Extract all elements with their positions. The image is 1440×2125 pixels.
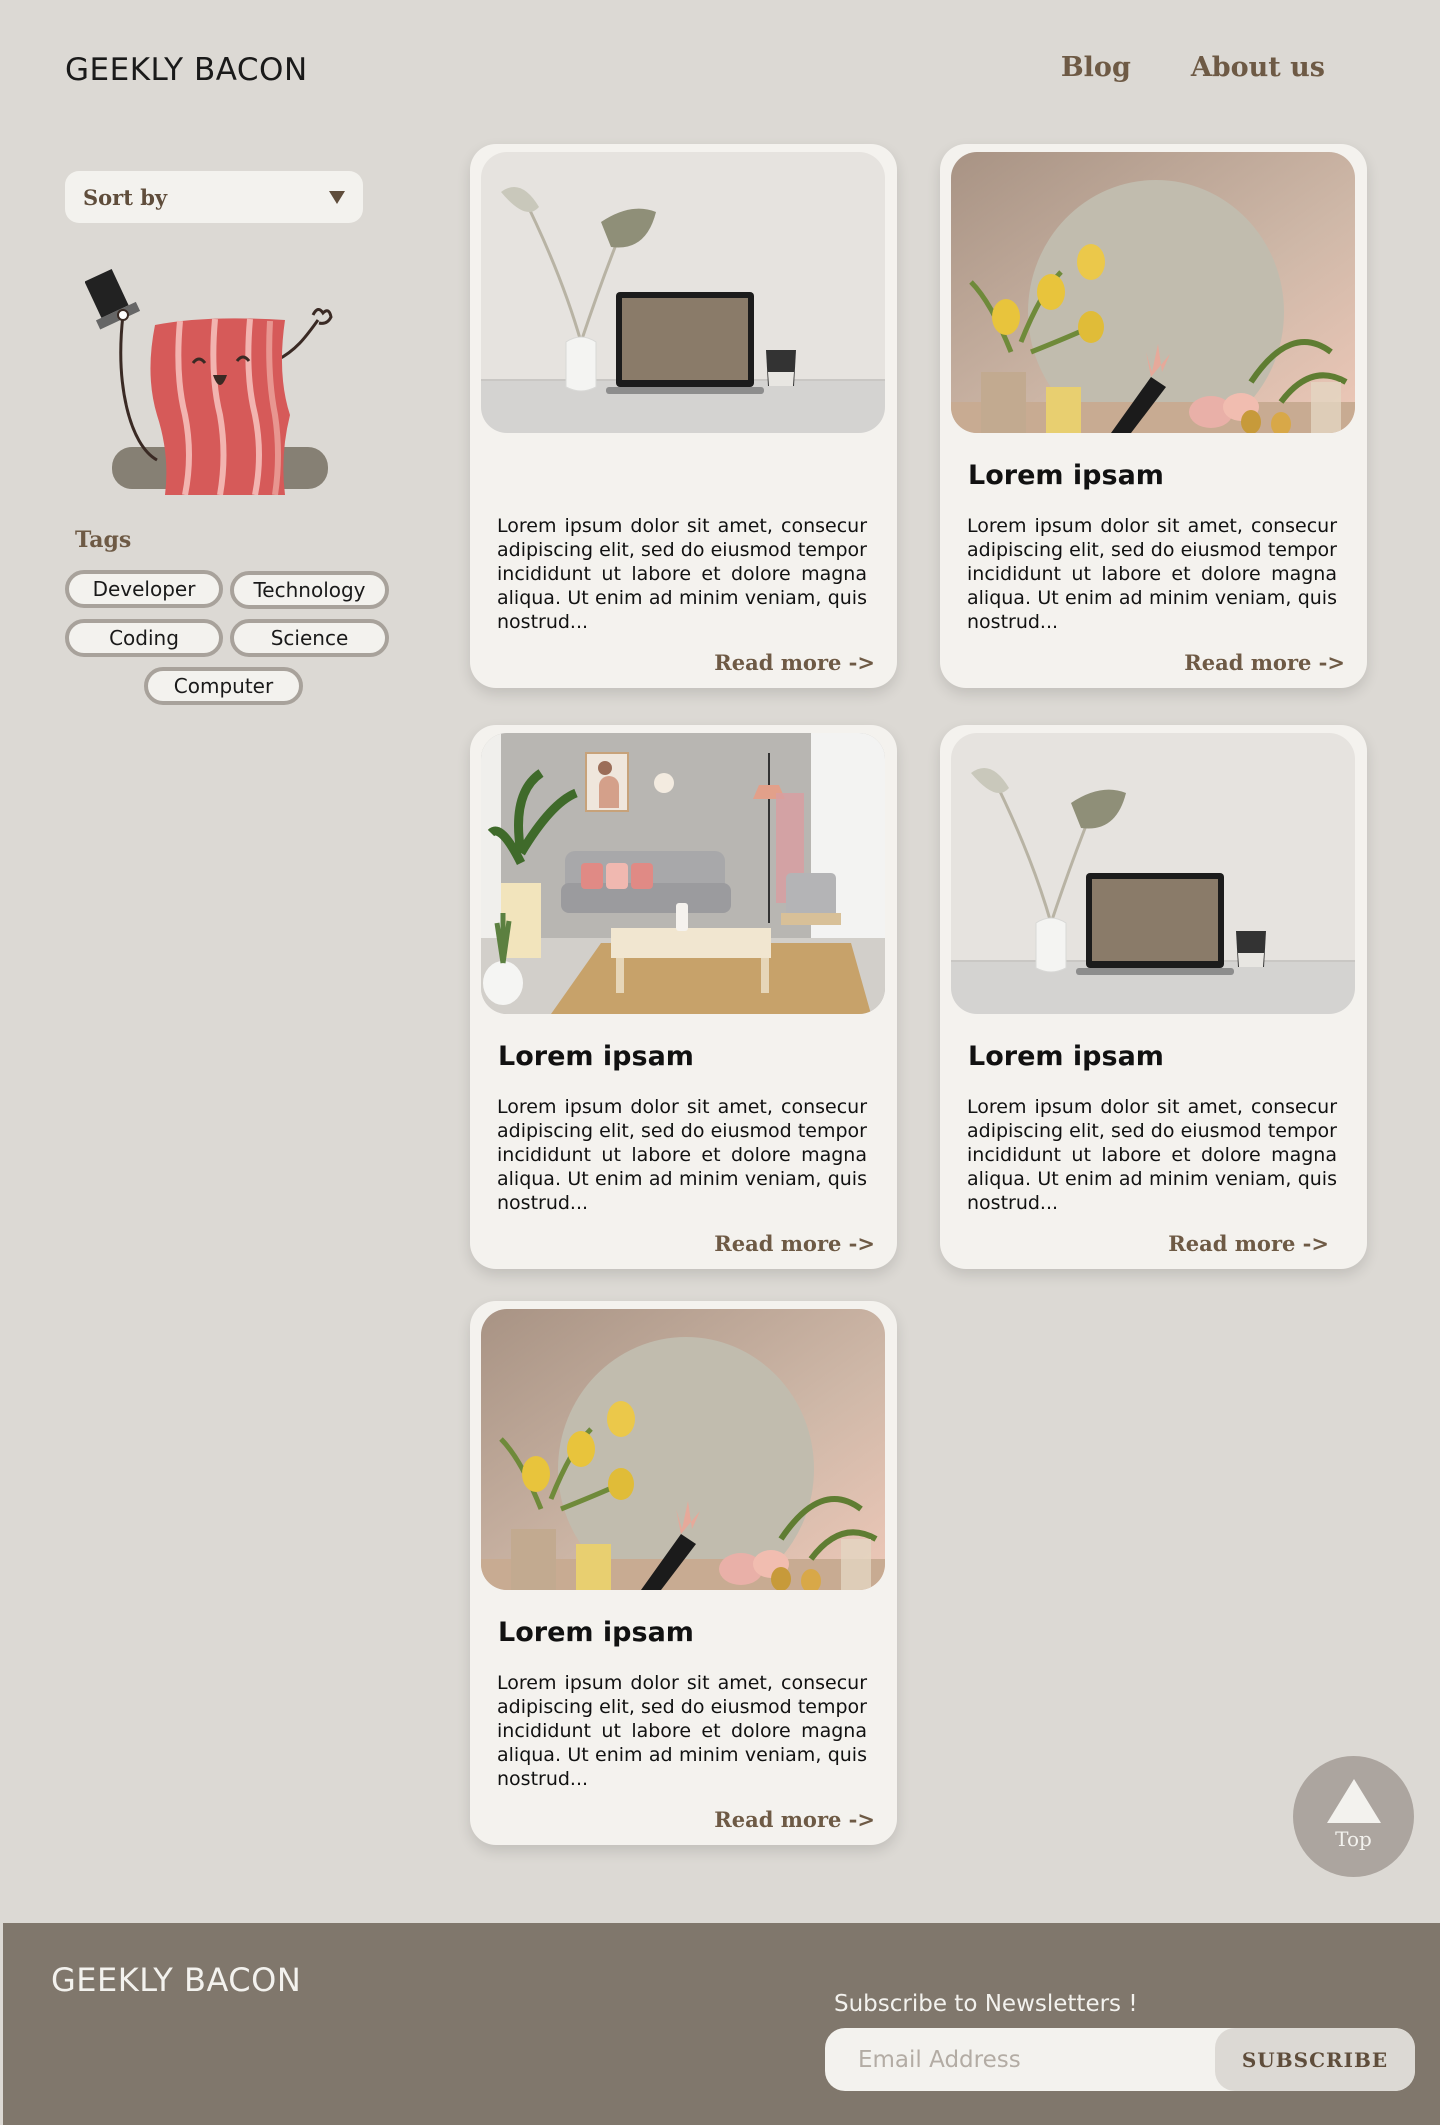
- tag-science[interactable]: Science: [230, 619, 389, 657]
- post-card[interactable]: Lorem ipsam Lorem ipsum dolor sit amet, …: [940, 725, 1367, 1269]
- caret-down-icon: [329, 190, 345, 204]
- tag-developer[interactable]: Developer: [65, 570, 223, 608]
- newsletter-form: SUBSCRIBE: [825, 2028, 1415, 2091]
- footer-logo[interactable]: GEEKLY BACON: [51, 1961, 301, 1999]
- post-title: Lorem ipsam: [498, 1041, 694, 1072]
- post-title: Lorem ipsam: [498, 1617, 694, 1648]
- post-card[interactable]: Lorem ipsam Lorem ipsum dolor sit amet, …: [940, 144, 1367, 688]
- main-nav: Blog About us: [1061, 52, 1325, 83]
- email-input[interactable]: [825, 2028, 1215, 2091]
- post-card[interactable]: Lorem ipsam Lorem ipsum dolor sit amet, …: [470, 725, 897, 1269]
- read-more-link[interactable]: Read more ->: [1184, 650, 1345, 675]
- post-excerpt: Lorem ipsum dolor sit amet, consecur adi…: [967, 1096, 1337, 1214]
- post-image[interactable]: [481, 733, 885, 1014]
- post-image[interactable]: [481, 152, 885, 433]
- post-image[interactable]: [951, 152, 1355, 433]
- post-excerpt: Lorem ipsum dolor sit amet, consecur adi…: [497, 515, 867, 633]
- sort-dropdown[interactable]: Sort by: [65, 171, 363, 223]
- post-image[interactable]: [481, 1309, 885, 1590]
- read-more-link[interactable]: Read more ->: [1168, 1231, 1329, 1256]
- sort-label: Sort by: [83, 184, 168, 210]
- tag-coding[interactable]: Coding: [65, 619, 223, 657]
- read-more-link[interactable]: Read more ->: [714, 1231, 875, 1256]
- bacon-mascot-illustration: [84, 255, 345, 496]
- arrow-up-icon: [1326, 1778, 1381, 1823]
- post-card[interactable]: Lorem ipsam Lorem ipsum dolor sit amet, …: [470, 1301, 897, 1845]
- newsletter-title: Subscribe to Newsletters !: [834, 1991, 1138, 2017]
- post-image[interactable]: [951, 733, 1355, 1014]
- post-title: Lorem ipsam: [968, 1041, 1164, 1072]
- post-excerpt: Lorem ipsum dolor sit amet, consecur adi…: [497, 1096, 867, 1214]
- tag-technology[interactable]: Technology: [230, 571, 389, 609]
- tag-computer[interactable]: Computer: [144, 667, 303, 705]
- post-excerpt: Lorem ipsum dolor sit amet, consecur adi…: [497, 1672, 867, 1790]
- top-label: Top: [1335, 1826, 1372, 1851]
- read-more-link[interactable]: Read more ->: [714, 1807, 875, 1832]
- post-title: Lorem ipsam: [968, 460, 1164, 491]
- nav-link-blog[interactable]: Blog: [1061, 52, 1131, 83]
- site-logo[interactable]: GEEKLY BACON: [65, 52, 308, 88]
- tags-heading: Tags: [75, 527, 132, 553]
- back-to-top-button[interactable]: Top: [1293, 1756, 1414, 1877]
- nav-link-about-us[interactable]: About us: [1191, 52, 1325, 83]
- post-card[interactable]: Lorem ipsum dolor sit amet, consecur adi…: [470, 144, 897, 688]
- read-more-link[interactable]: Read more ->: [714, 650, 875, 675]
- post-excerpt: Lorem ipsum dolor sit amet, consecur adi…: [967, 515, 1337, 633]
- site-footer: GEEKLY BACON Subscribe to Newsletters ! …: [3, 1923, 1440, 2125]
- subscribe-button[interactable]: SUBSCRIBE: [1215, 2028, 1415, 2091]
